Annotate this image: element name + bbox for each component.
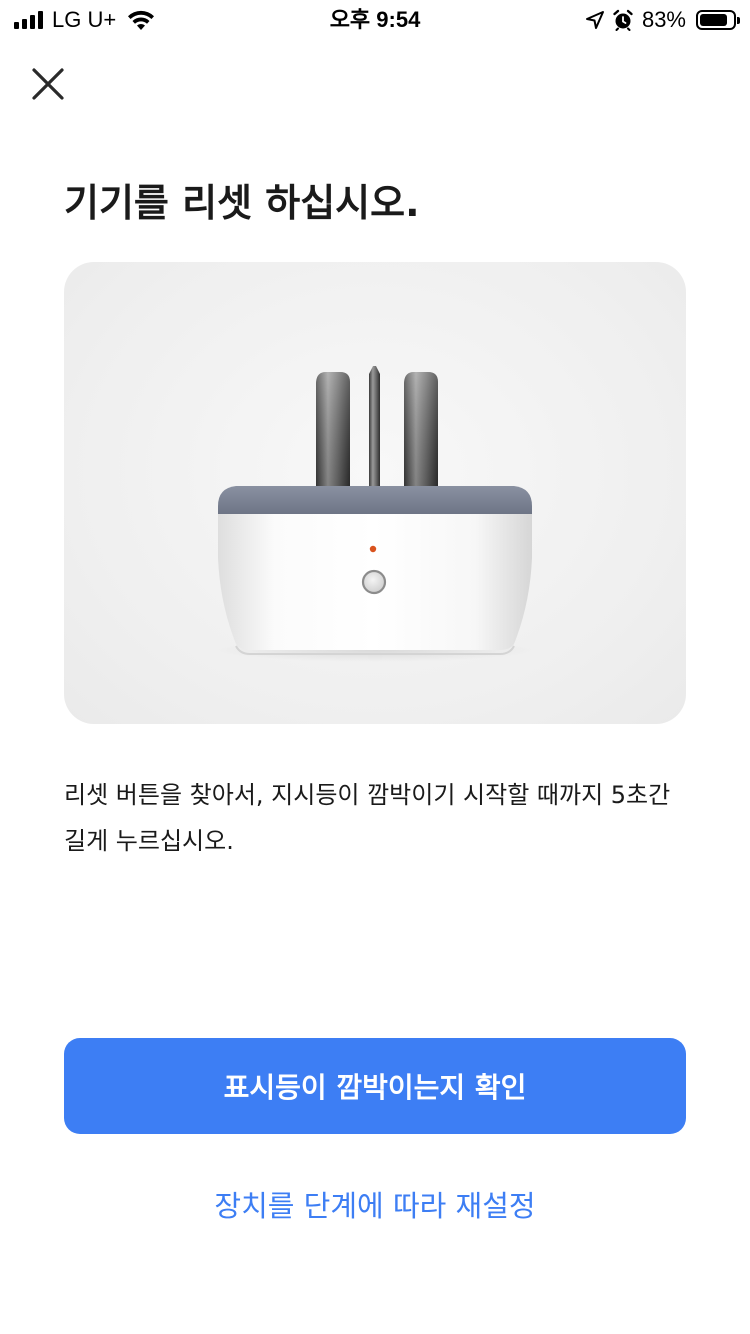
plug-prongs	[316, 366, 438, 490]
location-arrow-icon	[585, 11, 604, 29]
close-icon	[32, 68, 64, 100]
smart-plug-illustration	[215, 366, 535, 662]
close-button[interactable]	[22, 58, 74, 110]
status-bar-right: 83%	[584, 6, 740, 34]
battery-level-fill	[700, 14, 727, 26]
instruction-text: 리셋 버튼을 찾아서, 지시등이 깜박이기 시작할 때까지 5초간 길게 누르십…	[64, 781, 671, 855]
status-bar: LG U+ 오후 9:54 83%	[0, 0, 750, 40]
reset-button-graphic	[361, 569, 387, 595]
page-title: 기기를 리셋 하십시오.	[64, 181, 420, 225]
alarm-icon	[613, 9, 633, 31]
plug-top-cap	[218, 486, 532, 514]
confirm-indicator-blinking-button[interactable]: 표시등이 깜박이는지 확인	[64, 1038, 686, 1134]
device-illustration-card	[64, 262, 686, 724]
step-by-step-reset-link[interactable]: 장치를 단계에 따라 재설정	[64, 1178, 686, 1234]
indicator-led	[369, 545, 377, 553]
battery-icon	[696, 10, 740, 30]
battery-percent: 83%	[641, 7, 686, 32]
